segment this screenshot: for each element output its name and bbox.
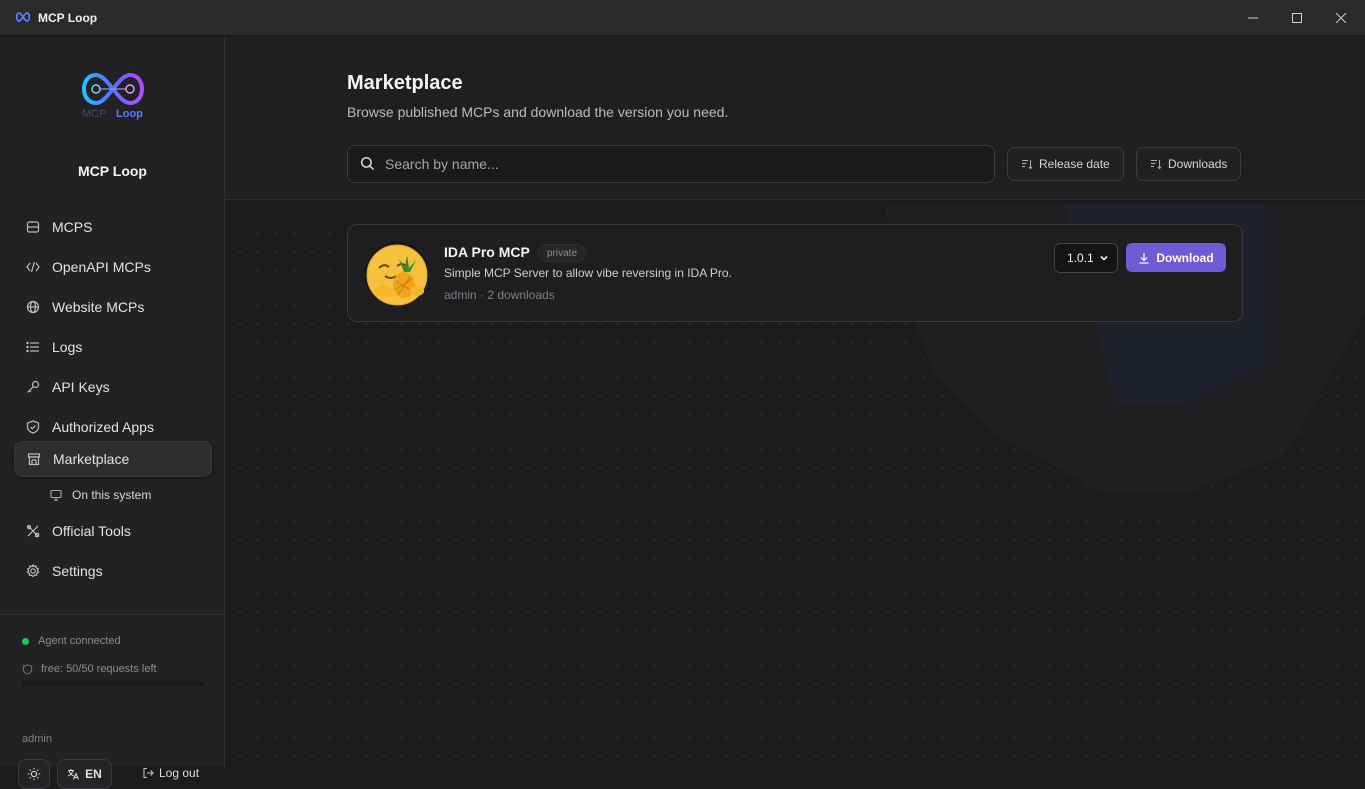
page-title: Marketplace (347, 72, 463, 94)
sidebar-item-label: Official Tools (52, 523, 131, 539)
sun-icon (27, 767, 41, 781)
sidebar-item-marketplace[interactable]: Marketplace (14, 441, 212, 477)
sidebar-item-official-tools[interactable]: Official Tools (14, 513, 212, 549)
monitor-icon (50, 489, 62, 501)
quota-text: free: 50/50 requests left (41, 663, 157, 675)
status-dot (22, 637, 29, 645)
sidebar-item-label: Settings (52, 563, 103, 579)
sidebar-item-logs[interactable]: Logs (14, 329, 212, 365)
mcp-avatar (365, 242, 429, 306)
globe-icon (25, 299, 41, 315)
download-icon (1138, 252, 1150, 264)
sidebar-item-authorized-apps[interactable]: Authorized Apps (14, 409, 212, 445)
tools-icon (25, 523, 41, 539)
search-box[interactable] (347, 145, 995, 183)
language-button[interactable]: EN (57, 759, 112, 789)
code-icon (25, 259, 41, 275)
close-icon[interactable] (1331, 8, 1351, 28)
theme-toggle-button[interactable] (18, 759, 50, 789)
logout-label: Log out (159, 766, 200, 780)
search-input[interactable] (385, 156, 965, 172)
list-icon (25, 339, 41, 355)
brand-logo: MCP Loop (82, 72, 144, 120)
sidebar-item-label: OpenAPI MCPs (52, 259, 151, 275)
database-icon (25, 219, 41, 235)
sort-release-date-button[interactable]: Release date (1007, 147, 1124, 181)
shield-check-icon (25, 419, 41, 435)
current-user: admin (22, 733, 52, 745)
sidebar: MCP Loop MCP Loop MCPS OpenAPI MCPs Webs… (0, 37, 225, 789)
app-logo-icon (15, 12, 31, 22)
search-icon (360, 156, 376, 172)
page-header: Marketplace Browse published MCPs and do… (225, 37, 1365, 200)
logo-text: MCP (82, 108, 106, 120)
quota-progress-bar (22, 681, 204, 686)
quota-info: free: 50/50 requests left (22, 663, 157, 675)
svg-text:Loop: Loop (116, 108, 143, 120)
brand-name: MCP Loop (78, 163, 147, 179)
shield-icon (22, 663, 33, 675)
sidebar-item-settings[interactable]: Settings (14, 553, 212, 589)
mcp-name[interactable]: IDA Pro MCP (444, 244, 530, 260)
window-titlebar: MCP Loop (0, 0, 1365, 36)
logout-button[interactable]: Log out (142, 766, 199, 780)
sidebar-item-label: Authorized Apps (52, 419, 154, 435)
mcp-description: Simple MCP Server to allow vibe reversin… (444, 266, 732, 280)
sidebar-subitem-label: On this system (72, 488, 152, 502)
minimize-icon[interactable] (1243, 8, 1263, 28)
chevron-down-icon (1099, 253, 1109, 263)
download-button[interactable]: Download (1126, 243, 1226, 272)
store-icon (26, 451, 42, 467)
maximize-icon[interactable] (1287, 8, 1307, 28)
gear-icon (25, 563, 41, 579)
agent-status-text: Agent connected (38, 635, 121, 647)
translate-icon (67, 769, 80, 780)
version-select[interactable]: 1.0.1 (1054, 243, 1118, 273)
sidebar-item-openapi-mcps[interactable]: OpenAPI MCPs (14, 249, 212, 285)
window-title: MCP Loop (38, 11, 98, 25)
sort-downloads-button[interactable]: Downloads (1136, 147, 1242, 181)
sort-downloads-label: Downloads (1168, 157, 1228, 171)
sidebar-footer: Agent connected free: 50/50 requests lef… (0, 614, 224, 789)
sidebar-item-label: Marketplace (53, 451, 130, 467)
mcp-meta: admin · 2 downloads (444, 288, 555, 302)
agent-status: Agent connected (22, 635, 121, 647)
sort-icon (1021, 158, 1033, 170)
language-label: EN (85, 767, 102, 781)
mcp-card: IDA Pro MCP private Simple MCP Server to… (347, 224, 1243, 322)
sidebar-item-label: Website MCPs (52, 299, 145, 315)
sidebar-item-label: API Keys (52, 379, 110, 395)
visibility-badge: private (538, 244, 587, 262)
sidebar-item-api-keys[interactable]: API Keys (14, 369, 212, 405)
sidebar-item-label: MCPS (52, 219, 93, 235)
sidebar-item-mcps[interactable]: MCPS (14, 209, 212, 245)
sort-icon (1150, 158, 1162, 170)
sidebar-item-label: Logs (52, 339, 83, 355)
sidebar-subitem-on-this-system[interactable]: On this system (50, 486, 151, 504)
sort-release-date-label: Release date (1039, 157, 1110, 171)
download-label: Download (1156, 250, 1214, 265)
page-subtitle: Browse published MCPs and download the v… (347, 104, 729, 120)
key-icon (25, 379, 41, 395)
main-content: Marketplace Browse published MCPs and do… (225, 37, 1365, 767)
logout-icon (142, 767, 154, 779)
version-value: 1.0.1 (1067, 251, 1094, 265)
sidebar-item-website-mcps[interactable]: Website MCPs (14, 289, 212, 325)
